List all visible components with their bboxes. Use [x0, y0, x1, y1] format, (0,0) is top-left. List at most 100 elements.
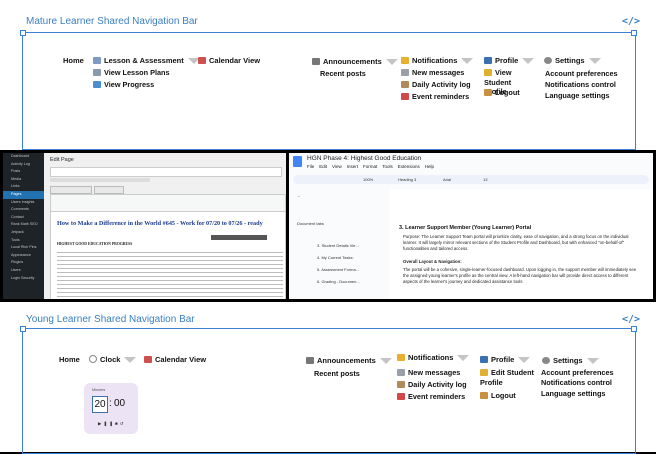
reset-icon[interactable]: ↺: [120, 421, 126, 426]
back-arrow-icon[interactable]: ←: [297, 193, 301, 198]
nav-lesson-assessment[interactable]: Lesson & Assessment: [93, 56, 200, 66]
menu-item-logout[interactable]: Logout: [480, 391, 516, 401]
chevron-down-icon: [588, 58, 601, 65]
timer-minutes-input[interactable]: 20: [92, 396, 108, 413]
wp-title-field[interactable]: [50, 167, 282, 177]
menu-item-new-messages[interactable]: New messages: [397, 368, 460, 378]
nav-notifications[interactable]: Notifications: [401, 56, 474, 66]
menu-item-account-preferences[interactable]: Account preferences: [545, 69, 618, 79]
doc-tabs-label: Document tabs: [297, 221, 324, 226]
wp-sidebar-item[interactable]: Users: [3, 267, 44, 275]
wp-sidebar-item[interactable]: Dashboard: [3, 153, 44, 161]
nav-home[interactable]: Home: [59, 355, 80, 365]
doc-menu-item[interactable]: Format: [363, 164, 377, 169]
menu-item-language-settings[interactable]: Language settings: [545, 91, 609, 101]
calendar-icon: [198, 57, 206, 64]
resize-handle[interactable]: [631, 326, 637, 332]
nav-settings[interactable]: Settings: [544, 56, 601, 66]
bell-icon: [397, 354, 405, 361]
wp-sidebar-item[interactable]: Posts: [3, 168, 44, 176]
user-icon: [484, 57, 492, 64]
nav-notifications[interactable]: Notifications: [397, 353, 470, 363]
chevron-down-icon: [385, 59, 398, 66]
wp-sidebar-item[interactable]: Rank Math SEO: [3, 221, 44, 229]
menu-item-notifications-control[interactable]: Notifications control: [541, 378, 612, 388]
wp-sidebar-item[interactable]: Tools: [3, 237, 44, 245]
menu-item-account-preferences[interactable]: Account preferences: [541, 368, 614, 378]
door-icon: [480, 392, 488, 399]
nav-home[interactable]: Home: [63, 56, 84, 66]
doc-toolbar: 100% Heading 3 Arial 13: [293, 175, 649, 184]
doc-menu-item[interactable]: View: [332, 164, 342, 169]
wp-sidebar-item[interactable]: Appearance: [3, 252, 44, 260]
wp-sidebar-item[interactable]: Login Security: [3, 275, 44, 283]
chevron-down-icon: [518, 357, 531, 364]
wp-visual-tab[interactable]: [94, 186, 124, 194]
menu-item-edit-student-profile[interactable]: Edit Student Profile: [480, 368, 536, 387]
doc-page[interactable]: 3. Learner Support Member (Young Learner…: [389, 189, 653, 299]
menu-item-daily-log[interactable]: Daily Activity log: [401, 80, 471, 90]
doc-menu-item[interactable]: Help: [425, 164, 434, 169]
gear-icon: [542, 357, 550, 364]
wp-sidebar-item[interactable]: Users Insights: [3, 199, 44, 207]
timer-seconds[interactable]: 00: [114, 396, 125, 411]
wp-sidebar-item[interactable]: Comments: [3, 206, 44, 214]
code-view-icon[interactable]: </>: [622, 314, 640, 325]
panel-title: Mature Learner Shared Navigation Bar: [26, 16, 198, 27]
wp-sidebar-item[interactable]: Local Rich Pins: [3, 244, 44, 252]
font-select[interactable]: Arial: [443, 177, 451, 182]
doc-outline-item[interactable]: 4. My Current Tasks:: [317, 255, 360, 260]
wp-sidebar-item[interactable]: Activity Log: [3, 161, 44, 169]
menu-item-language-settings[interactable]: Language settings: [541, 389, 605, 399]
nav-profile[interactable]: Profile: [480, 355, 531, 365]
style-select[interactable]: Heading 3: [398, 177, 416, 182]
wp-section-heading: HIGHEST GOOD EDUCATION PROGRESS: [57, 242, 133, 246]
menu-item-new-messages[interactable]: New messages: [401, 68, 464, 78]
doc-menu-item[interactable]: File: [307, 164, 314, 169]
megaphone-icon: [306, 357, 314, 364]
wp-sidebar-item[interactable]: Contact: [3, 214, 44, 222]
nav-clock[interactable]: Clock: [89, 355, 137, 365]
nav-calendar[interactable]: Calendar View: [144, 355, 206, 365]
nav-calendar[interactable]: Calendar View: [198, 56, 260, 66]
menu-item-view-progress[interactable]: View Progress: [93, 80, 154, 90]
doc-menu-item[interactable]: Insert: [347, 164, 358, 169]
menu-item-daily-log[interactable]: Daily Activity log: [397, 380, 467, 390]
resize-handle[interactable]: [20, 326, 26, 332]
doc-menu-item[interactable]: Extensions: [398, 164, 420, 169]
wp-add-media-button[interactable]: [50, 186, 92, 194]
zoom-select[interactable]: 100%: [363, 177, 373, 182]
wp-sidebar-item[interactable]: Links: [3, 183, 44, 191]
resize-handle[interactable]: [631, 30, 637, 36]
menu-item-event-reminders[interactable]: Event reminders: [397, 392, 465, 402]
wp-sidebar-item[interactable]: Plugins: [3, 259, 44, 267]
wp-sidebar-item[interactable]: Jetpack: [3, 229, 44, 237]
nav-announcements[interactable]: Announcements: [312, 57, 398, 67]
wp-editor-toolbar[interactable]: [50, 194, 286, 212]
font-size-input[interactable]: 13: [483, 177, 487, 182]
nav-announcements[interactable]: Announcements: [306, 356, 392, 366]
doc-menu-item[interactable]: Tools: [382, 164, 393, 169]
wp-sidebar-item[interactable]: Media: [3, 176, 44, 184]
pause-icon[interactable]: ❚❚: [103, 421, 115, 426]
nav-profile[interactable]: Profile: [484, 56, 535, 66]
menu-item-recent-posts[interactable]: Recent posts: [320, 69, 366, 79]
menu-item-notifications-control[interactable]: Notifications control: [545, 80, 616, 90]
doc-title[interactable]: HGN Phase 4: Highest Good Education: [307, 155, 421, 162]
wp-editor-content[interactable]: How to Make a Difference in the World #6…: [50, 211, 286, 299]
menu-item-logout[interactable]: Logout: [484, 88, 520, 98]
timer-separator: :: [109, 398, 112, 409]
wp-sidebar-item[interactable]: Pages: [3, 190, 44, 199]
nav-frame: [22, 32, 636, 150]
menu-item-view-lesson-plans[interactable]: View Lesson Plans: [93, 68, 170, 78]
code-view-icon[interactable]: </>: [622, 16, 640, 27]
doc-outline-item[interactable]: 6. Grading - Documen...: [317, 279, 360, 284]
doc-outline-item[interactable]: 3. Student Details Vie...: [317, 243, 360, 248]
menu-item-recent-posts[interactable]: Recent posts: [314, 369, 360, 379]
doc-outline-item[interactable]: 5. Assessment Forma...: [317, 267, 360, 272]
resize-handle[interactable]: [20, 30, 26, 36]
nav-settings[interactable]: Settings: [542, 356, 599, 366]
wordpress-editor-screenshot: Dashboard Activity Log Posts Media Links Page…: [3, 153, 286, 299]
doc-menu-item[interactable]: Edit: [319, 164, 327, 169]
menu-item-event-reminders[interactable]: Event reminders: [401, 92, 469, 102]
